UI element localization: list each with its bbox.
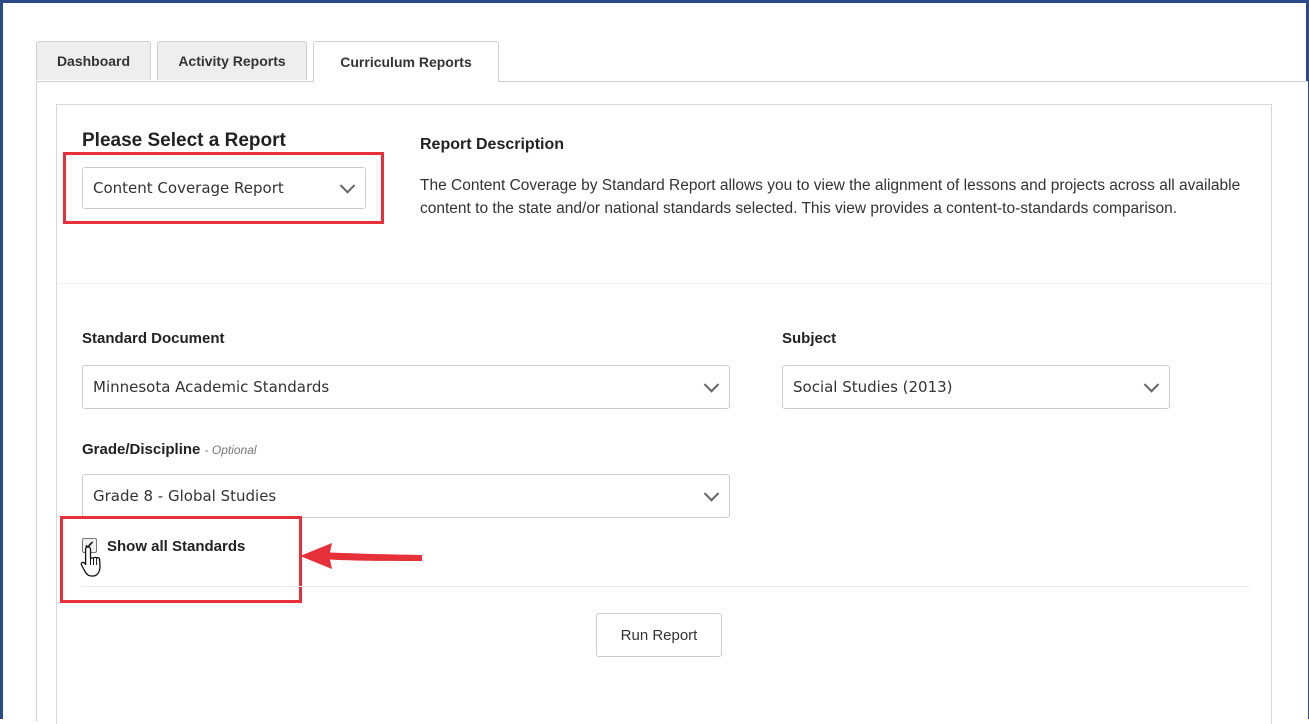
subject-select[interactable]: Social Studies (2013) xyxy=(782,365,1170,409)
red-arrow-icon xyxy=(300,543,422,569)
subject-label: Subject xyxy=(782,330,837,347)
select-report-title: Please Select a Report xyxy=(82,130,286,151)
tab-activity-reports[interactable]: Activity Reports xyxy=(157,41,307,80)
footer-divider xyxy=(82,586,1250,587)
tab-curriculum-reports[interactable]: Curriculum Reports xyxy=(313,41,499,82)
tab-dashboard[interactable]: Dashboard xyxy=(36,41,151,80)
standard-document-value: Minnesota Academic Standards xyxy=(93,378,330,396)
run-report-button[interactable]: Run Report xyxy=(596,613,722,657)
grade-discipline-select[interactable]: Grade 8 - Global Studies xyxy=(82,474,730,518)
standard-document-select[interactable]: Minnesota Academic Standards xyxy=(82,365,730,409)
standard-document-label: Standard Document xyxy=(82,330,225,347)
subject-value: Social Studies (2013) xyxy=(793,378,953,396)
section-divider xyxy=(57,283,1271,284)
report-select-highlight xyxy=(63,152,384,224)
optional-hint: - Optional xyxy=(204,443,257,457)
show-all-standards-highlight xyxy=(60,516,302,603)
report-description-title: Report Description xyxy=(420,136,565,153)
chevron-down-icon xyxy=(1143,377,1160,393)
chevron-down-icon xyxy=(703,486,720,502)
grade-discipline-value: Grade 8 - Global Studies xyxy=(93,487,277,505)
grade-discipline-label-text: Grade/Discipline xyxy=(82,441,201,458)
report-description-text: The Content Coverage by Standard Report … xyxy=(420,177,1241,217)
grade-discipline-label: Grade/Discipline - Optional xyxy=(82,441,257,458)
chevron-down-icon xyxy=(703,377,720,393)
